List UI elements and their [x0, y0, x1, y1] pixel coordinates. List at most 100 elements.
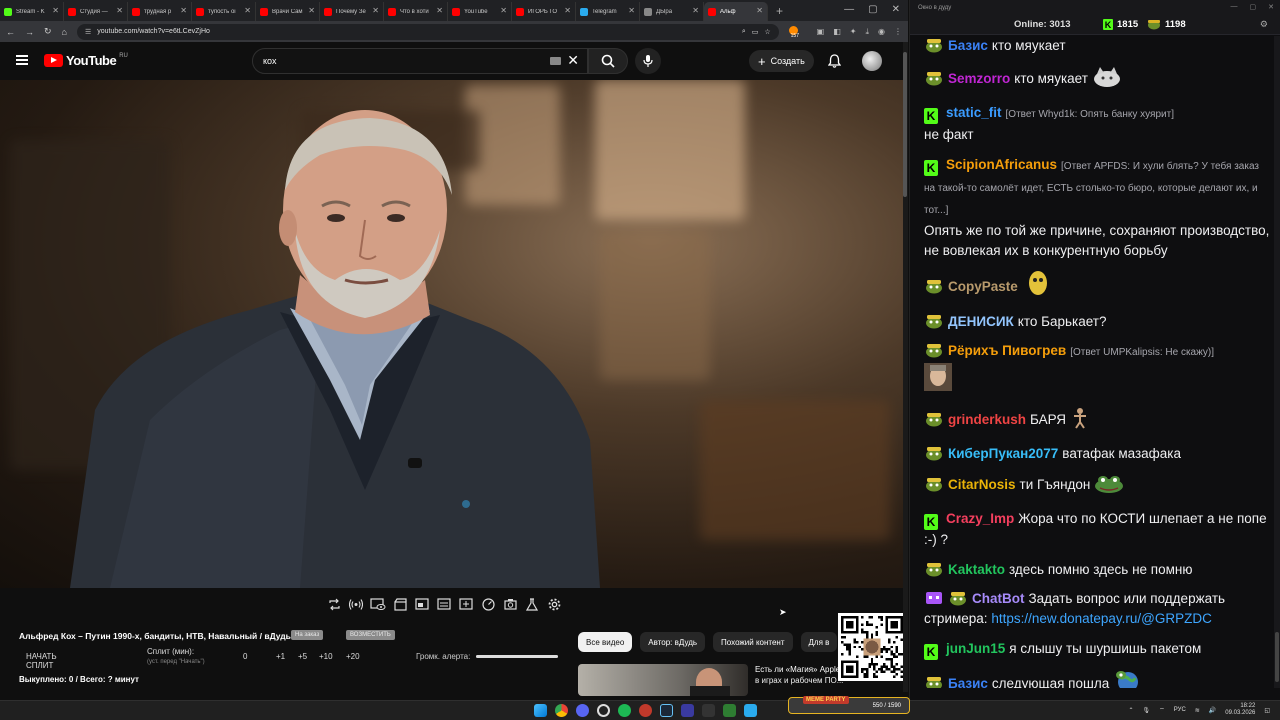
language-indicator[interactable]: РУС — [1174, 707, 1186, 713]
browser-tab[interactable]: ИГОРЬ ГО ✕ — [512, 2, 576, 21]
loop-icon[interactable] — [326, 596, 342, 612]
chat-username[interactable]: Crazy_Imp — [946, 511, 1014, 526]
search-input[interactable]: кох ✕ — [252, 48, 588, 74]
add-to-queue-icon[interactable] — [458, 596, 474, 612]
tab-close-icon[interactable]: ✕ — [52, 6, 59, 15]
clear-search-icon[interactable]: ✕ — [567, 52, 579, 69]
volume-icon[interactable]: 🔊 — [1209, 707, 1216, 714]
extension-icon-3[interactable]: ◧ — [833, 27, 841, 36]
settings-gear-icon[interactable] — [546, 596, 562, 612]
media-player-icon[interactable] — [681, 704, 694, 717]
browser-tab[interactable]: Telegram ✕ — [576, 2, 640, 21]
spotify-icon[interactable] — [618, 704, 631, 717]
extension-icon[interactable]: 157 — [788, 26, 799, 39]
chat-message-list[interactable]: Базис кто мяукает Semzorro кто мяукает Ksta… — [910, 36, 1272, 688]
browser-tab[interactable]: трудная р ✕ — [128, 2, 192, 21]
chat-settings-icon[interactable]: ⚙ — [1260, 19, 1268, 30]
chat-scrollbar[interactable] — [1274, 36, 1280, 688]
chat-username[interactable]: Базис — [948, 38, 988, 53]
chat-username[interactable]: CopyPaste — [948, 279, 1018, 294]
url-field[interactable]: ☰ youtube.com/watch?v=e6tLCevZjHo ⌕ ▭ ☆ — [76, 23, 779, 40]
maximize-button[interactable]: ▢ — [868, 4, 877, 15]
close-window-button[interactable]: ✕ — [892, 4, 900, 15]
youtube-logo[interactable]: YouTube RU — [44, 53, 128, 68]
browser-tab[interactable]: тупость oi ✕ — [192, 2, 256, 21]
bookmark-star-icon[interactable]: ☆ — [764, 28, 770, 36]
back-icon[interactable]: ← — [6, 27, 15, 37]
home-icon[interactable]: ⌂ — [62, 27, 67, 37]
reload-icon[interactable]: ↻ — [44, 26, 52, 37]
tab-close-icon[interactable]: ✕ — [628, 6, 635, 15]
tab-close-icon[interactable]: ✕ — [372, 6, 379, 15]
split-plus-20-button[interactable]: +20 — [346, 652, 360, 661]
notifications-bell-icon[interactable] — [828, 54, 841, 68]
browser-tab[interactable]: Что в хоти ✕ — [384, 2, 448, 21]
new-tab-button[interactable]: + — [776, 4, 783, 18]
tab-close-icon[interactable]: ✕ — [116, 6, 123, 15]
extension-icon-2[interactable]: ▣ — [817, 27, 825, 36]
chat-username[interactable]: ChatBot — [972, 591, 1025, 606]
chrome-icon[interactable] — [555, 704, 568, 717]
rec-title[interactable]: Есть ли «Магия» Apple — [755, 665, 845, 674]
speed-gauge-icon[interactable] — [480, 596, 496, 612]
chat-username[interactable]: Базис — [948, 676, 988, 688]
network-icon[interactable]: ⌔ — [1159, 706, 1165, 714]
rec-thumbnail[interactable] — [578, 664, 748, 696]
tab-close-icon[interactable]: ✕ — [436, 6, 443, 15]
tab-close-icon[interactable]: ✕ — [180, 6, 187, 15]
tab-close-icon[interactable]: ✕ — [564, 6, 571, 15]
chat-username[interactable]: Рёрихъ Пивогрев — [948, 343, 1066, 358]
browser-tab[interactable]: Студия — ✕ — [64, 2, 128, 21]
discord-icon[interactable] — [576, 704, 589, 717]
windows-start-icon[interactable] — [534, 704, 547, 717]
browser-tab[interactable]: Альф ✕ — [704, 2, 768, 21]
chat-link[interactable]: https://new.donatepay.ru/@GRPZDC — [991, 611, 1212, 626]
chat-username[interactable]: junJun15 — [946, 641, 1005, 656]
lab-flask-icon[interactable] — [524, 596, 540, 612]
video-player[interactable] — [0, 80, 904, 588]
screenshot-camera-icon[interactable] — [502, 596, 518, 612]
browser-tab[interactable]: Stream - K ✕ — [0, 2, 64, 21]
split-value-0[interactable]: 0 — [243, 652, 247, 661]
cast-icon[interactable]: ▭ — [752, 28, 759, 36]
zoom-icon[interactable]: ⌕ — [742, 28, 746, 36]
chat-username[interactable]: КиберПукан2077 — [948, 446, 1058, 461]
site-info-icon[interactable]: ☰ — [85, 28, 91, 36]
mic-tray-icon[interactable]: 🎙 — [1143, 707, 1151, 714]
split-plus-10-button[interactable]: +10 — [319, 652, 333, 661]
tab-close-icon[interactable]: ✕ — [244, 6, 251, 15]
steam-icon[interactable] — [660, 704, 673, 717]
subtitles-icon[interactable] — [436, 596, 452, 612]
start-split-button[interactable]: НАЧАТЬ СПЛИТ — [26, 652, 57, 670]
profile-icon[interactable]: ◉ — [878, 27, 885, 36]
chat-close-button[interactable]: ✕ — [1268, 3, 1274, 11]
chat-username[interactable]: CitarNosis — [948, 477, 1016, 492]
minimize-button[interactable]: — — [844, 4, 854, 15]
notifications-icon[interactable]: ◱ — [1264, 707, 1270, 714]
wifi-icon[interactable]: ≋ — [1195, 707, 1200, 714]
chat-username[interactable]: Semzorro — [948, 71, 1010, 86]
chat-username[interactable]: static_fit — [946, 105, 1002, 120]
order-pill-button[interactable]: На заказ — [291, 630, 324, 640]
chat-username[interactable]: Kaktakto — [948, 562, 1005, 577]
download-icon[interactable]: ⤓ — [865, 27, 869, 37]
keyboard-icon[interactable] — [550, 57, 561, 65]
chat-username[interactable]: ДЕНИСИК — [948, 314, 1014, 329]
obs-icon[interactable] — [597, 704, 610, 717]
tab-close-icon[interactable]: ✕ — [756, 6, 763, 15]
refund-pill-button[interactable]: ВОЗМЕСТИТЬ — [346, 630, 395, 640]
alert-volume-slider[interactable] — [476, 655, 558, 658]
tray-chevron-icon[interactable]: ⌃ — [1128, 707, 1133, 714]
browser-tab[interactable]: Почему Зе ✕ — [320, 2, 384, 21]
screen-eye-icon[interactable] — [370, 596, 386, 612]
split-plus-1-button[interactable]: +1 — [276, 652, 285, 661]
account-avatar[interactable] — [862, 51, 882, 71]
rec-tab-similar[interactable]: Похожий контент — [713, 632, 793, 652]
forward-icon[interactable]: → — [25, 27, 34, 37]
tab-close-icon[interactable]: ✕ — [500, 6, 507, 15]
rec-tab-all[interactable]: Все видео — [578, 632, 633, 652]
voice-search-button[interactable] — [635, 48, 661, 74]
tab-close-icon[interactable]: ✕ — [692, 6, 699, 15]
clapperboard-icon[interactable] — [392, 596, 408, 612]
page-scrollbar[interactable] — [903, 42, 908, 692]
